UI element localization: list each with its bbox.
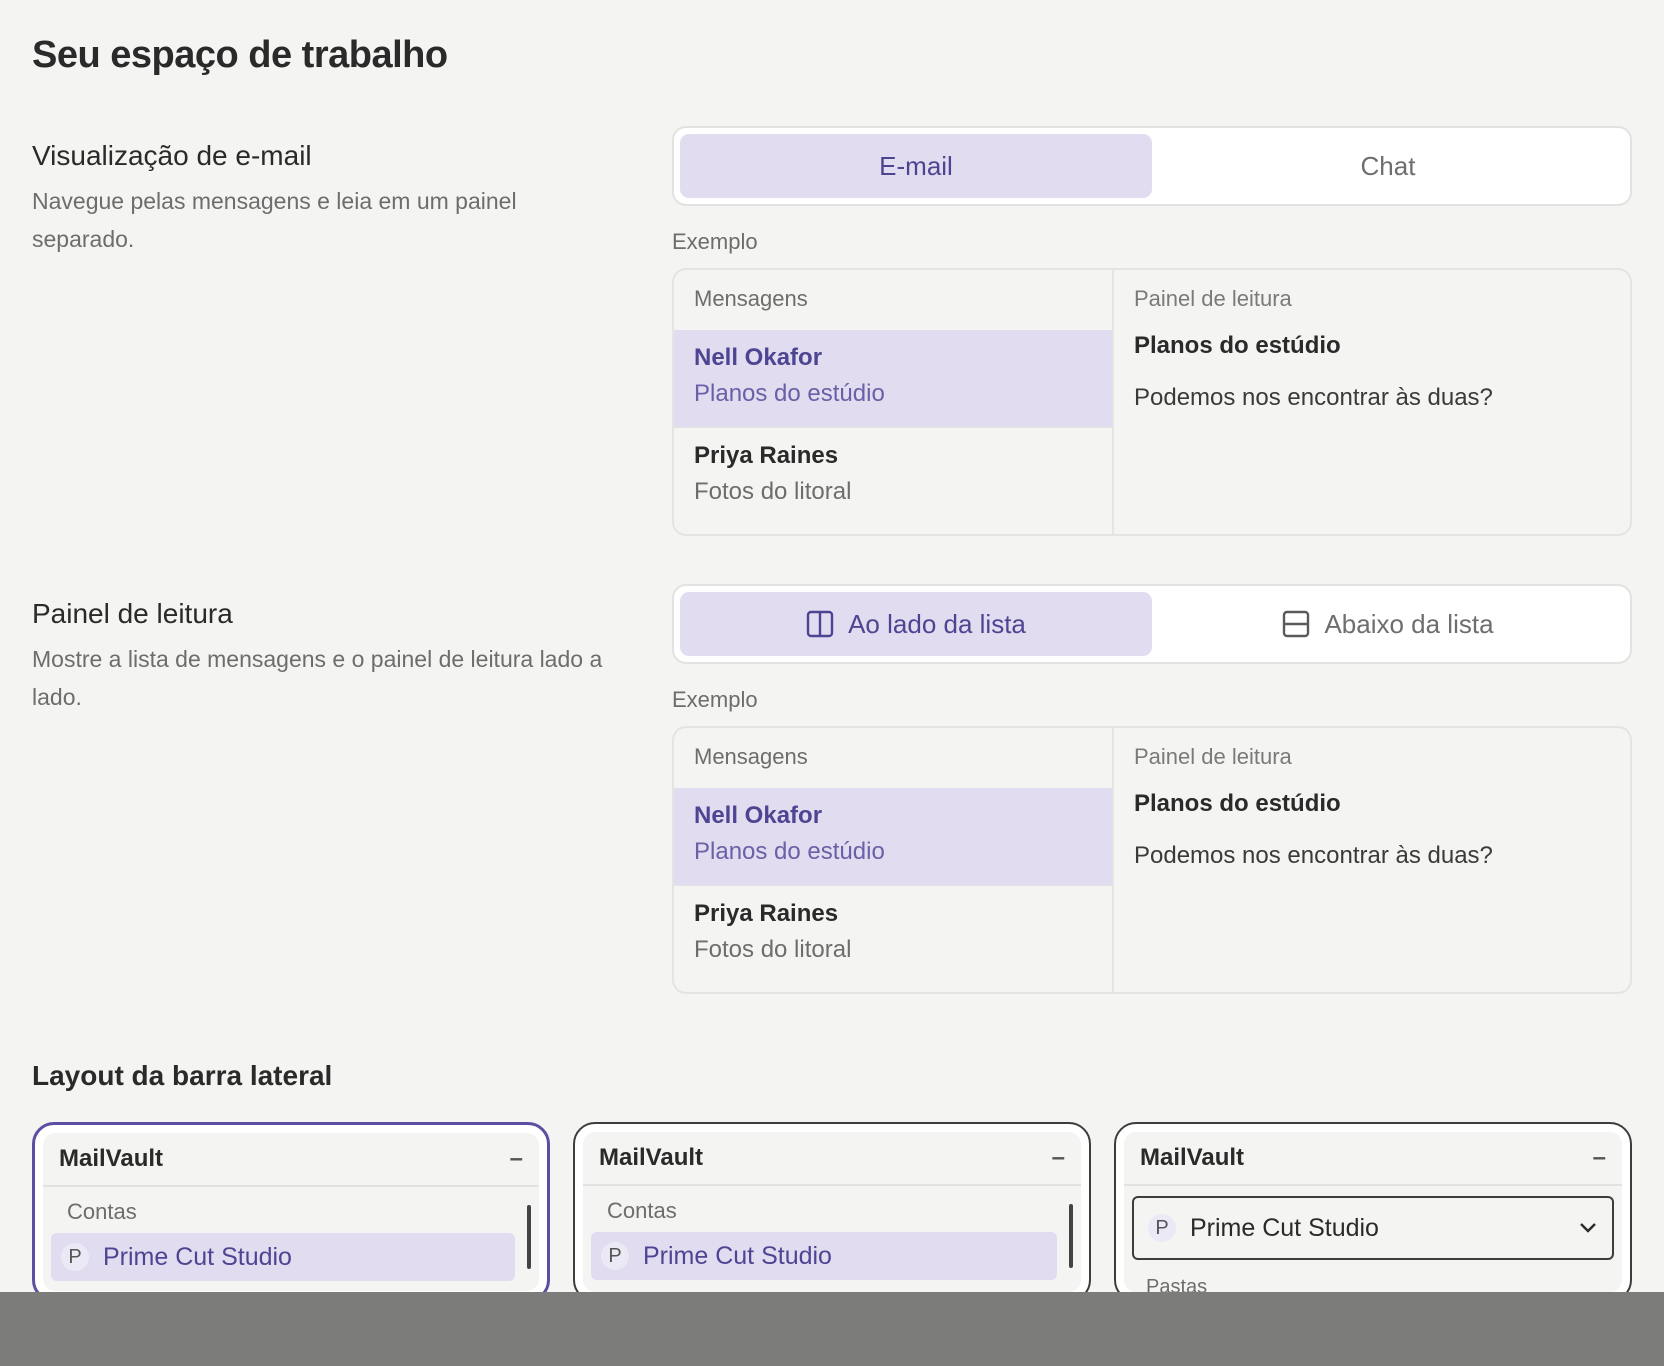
avatar: P	[1148, 1214, 1176, 1242]
scrollbar	[527, 1205, 531, 1269]
reading-pane-title: Planos do estúdio	[1134, 332, 1341, 359]
option-chat-label: Chat	[1360, 150, 1416, 181]
reading-pane-toggle: Ao lado da lista Abaixo da lista	[672, 584, 1632, 664]
brand-name: MailVault	[599, 1144, 704, 1171]
reading-pane-label: Painel de leitura	[1134, 744, 1292, 769]
message-from: Priya Raines	[694, 442, 839, 469]
reading-pane-preview: Mensagens Nell Okafor Planos do estúdio …	[672, 726, 1632, 994]
account-item: P Prime Cut Studio	[591, 1232, 1057, 1280]
split-horizontal-icon	[1283, 610, 1310, 638]
message-from: Nell Okafor	[694, 344, 823, 371]
sidebar-layout-title: Layout da barra lateral	[32, 1060, 333, 1091]
card-header: MailVault –	[1124, 1132, 1622, 1186]
reading-pane-body: Podemos nos encontrar às duas?	[1134, 842, 1493, 869]
split-vertical-icon	[806, 610, 834, 638]
message-from: Nell Okafor	[694, 802, 823, 829]
preview-message-item: Priya Raines Fotos do litoral	[674, 427, 1112, 524]
sidebar-layout-option-2[interactable]: MailVault – Contas P Prime Cut Studio	[573, 1122, 1091, 1302]
preview-list-header: Mensagens	[694, 744, 808, 769]
preview-message-item: Priya Raines Fotos do litoral	[674, 885, 1112, 982]
email-view-title: Visualização de e-mail	[32, 140, 312, 171]
minimize-icon: –	[509, 1145, 523, 1172]
option-beside-list[interactable]: Ao lado da lista	[680, 592, 1152, 656]
email-view-description: Navegue pelas mensagens e leia em um pai…	[32, 188, 517, 252]
option-chat[interactable]: Chat	[1152, 134, 1624, 198]
minimize-icon: –	[1592, 1144, 1606, 1171]
preview-message-list: Mensagens Nell Okafor Planos do estúdio …	[674, 270, 1114, 534]
avatar: P	[61, 1243, 89, 1271]
email-view-preview: Mensagens Nell Okafor Planos do estúdio …	[672, 268, 1632, 536]
account-name: Prime Cut Studio	[643, 1241, 832, 1270]
reading-pane-section: Painel de leitura Mostre a lista de mens…	[32, 598, 622, 716]
avatar: P	[601, 1242, 629, 1270]
email-view-section: Visualização de e-mail Navegue pelas men…	[32, 140, 622, 258]
page-title: Seu espaço de trabalho	[32, 34, 448, 76]
preview-list-header: Mensagens	[694, 286, 808, 311]
preview-message-item: Nell Okafor Planos do estúdio	[674, 788, 1112, 885]
option-email-label: E-mail	[879, 150, 953, 181]
reading-pane-title: Planos do estúdio	[1134, 790, 1341, 817]
example-label: Exemplo	[672, 687, 758, 712]
reading-pane-section-title: Painel de leitura	[32, 598, 233, 629]
option-below-list[interactable]: Abaixo da lista	[1152, 592, 1624, 656]
option-email[interactable]: E-mail	[680, 134, 1152, 198]
accounts-label: Contas	[607, 1198, 677, 1223]
account-name: Prime Cut Studio	[103, 1242, 292, 1271]
card-header: MailVault –	[43, 1133, 539, 1187]
message-subject: Fotos do litoral	[694, 478, 852, 505]
minimize-icon: –	[1051, 1144, 1065, 1171]
email-view-toggle: E-mail Chat	[672, 126, 1632, 206]
example-label: Exemplo	[672, 229, 758, 254]
preview-reading-pane: Painel de leitura Planos do estúdio Pode…	[1114, 728, 1630, 992]
preview-reading-pane: Painel de leitura Planos do estúdio Pode…	[1114, 270, 1630, 534]
card-header: MailVault –	[583, 1132, 1081, 1186]
account-select: P Prime Cut Studio	[1132, 1196, 1614, 1260]
message-from: Priya Raines	[694, 900, 839, 927]
accounts-label: Contas	[67, 1199, 137, 1224]
brand-name: MailVault	[1140, 1144, 1245, 1171]
sidebar-layout-option-1[interactable]: MailVault – Contas P Prime Cut Studio	[32, 1122, 550, 1302]
scrollbar	[1069, 1204, 1073, 1268]
reading-pane-label: Painel de leitura	[1134, 286, 1292, 311]
account-name: Prime Cut Studio	[1190, 1213, 1379, 1242]
sidebar-layout-option-3[interactable]: MailVault – P Prime Cut Studio Pastas	[1114, 1122, 1632, 1302]
message-subject: Planos do estúdio	[694, 838, 885, 865]
chevron-down-icon	[1580, 1223, 1596, 1233]
reading-pane-body: Podemos nos encontrar às duas?	[1134, 384, 1493, 411]
preview-message-list: Mensagens Nell Okafor Planos do estúdio …	[674, 728, 1114, 992]
brand-name: MailVault	[59, 1145, 164, 1172]
option-beside-list-label: Ao lado da lista	[848, 608, 1026, 639]
reading-pane-section-description: Mostre a lista de mensagens e o painel d…	[32, 646, 603, 710]
option-below-list-label: Abaixo da lista	[1324, 608, 1494, 639]
preview-message-item: Nell Okafor Planos do estúdio	[674, 330, 1112, 427]
message-subject: Planos do estúdio	[694, 380, 885, 407]
account-item: P Prime Cut Studio	[51, 1233, 515, 1281]
bottom-overlay-bar	[0, 1292, 1664, 1366]
message-subject: Fotos do litoral	[694, 936, 852, 963]
